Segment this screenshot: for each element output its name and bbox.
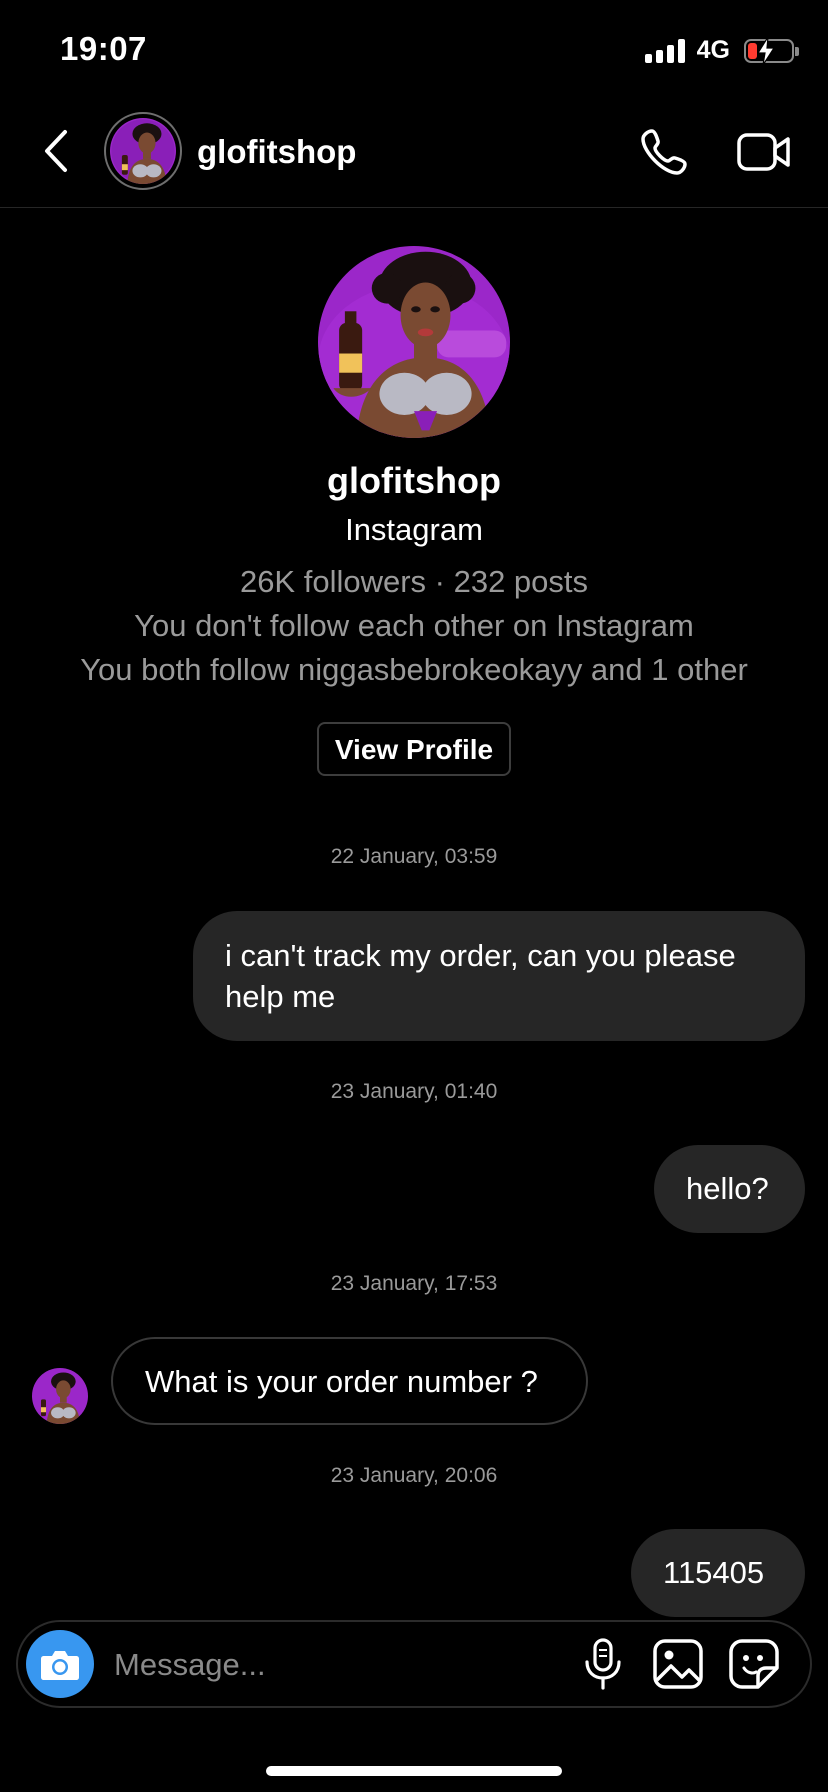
- sender-avatar[interactable]: [32, 1368, 88, 1424]
- avatar-illustration: [110, 118, 176, 184]
- gallery-button[interactable]: [652, 1638, 704, 1690]
- profile-avatar[interactable]: [318, 246, 510, 438]
- network-type: 4G: [696, 36, 730, 64]
- cellular-signal-icon: [644, 38, 685, 63]
- camera-button[interactable]: [26, 1630, 94, 1698]
- view-profile-button[interactable]: View Profile: [316, 722, 512, 776]
- message-timestamp: 23 January, 20:06: [330, 1464, 498, 1487]
- video-call-button[interactable]: [736, 128, 792, 176]
- status-time: 19:07: [60, 30, 147, 67]
- outgoing-message[interactable]: i can't track my order, can you please h…: [193, 911, 805, 1041]
- image-icon: [653, 1639, 703, 1689]
- message-timestamp: 23 January, 17:53: [330, 1272, 498, 1295]
- incoming-message[interactable]: What is your order number ?: [111, 1337, 588, 1425]
- profile-summary: glofitshop Instagram 26K followers · 232…: [0, 246, 828, 776]
- status-bar: 19:07 4G: [0, 0, 828, 100]
- header-avatar[interactable]: [104, 112, 182, 190]
- sticker-button[interactable]: [728, 1638, 780, 1690]
- voice-message-button[interactable]: [578, 1638, 628, 1690]
- microphone-icon: [585, 1638, 621, 1690]
- charging-bolt-icon: [756, 36, 776, 65]
- phone-icon: [641, 129, 687, 175]
- camera-icon: [41, 1651, 79, 1680]
- header-username[interactable]: glofitshop: [197, 133, 356, 171]
- message-timestamp: 22 January, 03:59: [330, 845, 498, 868]
- message-composer: [16, 1620, 812, 1708]
- avatar-illustration: [32, 1368, 88, 1424]
- follow-status: You don't follow each other on Instagram: [134, 608, 694, 643]
- avatar-illustration: [318, 246, 510, 438]
- profile-username: glofitshop: [327, 460, 501, 501]
- status-indicators: 4G: [644, 36, 799, 65]
- outgoing-message[interactable]: 115405: [631, 1529, 805, 1617]
- sticker-icon: [729, 1639, 779, 1689]
- video-camera-icon: [737, 133, 790, 171]
- back-button[interactable]: [36, 126, 76, 176]
- message-input[interactable]: [112, 1636, 576, 1694]
- battery-icon: [744, 36, 799, 65]
- chat-header: glofitshop: [0, 100, 828, 208]
- message-timestamp: 23 January, 01:40: [330, 1080, 498, 1103]
- profile-platform: Instagram: [345, 512, 483, 547]
- profile-meta: 26K followers · 232 posts You don't foll…: [0, 560, 828, 692]
- profile-stats: 26K followers · 232 posts: [239, 564, 589, 599]
- audio-call-button[interactable]: [638, 126, 690, 178]
- outgoing-message[interactable]: hello?: [654, 1145, 805, 1233]
- mutual-followers: You both follow niggasbebrokeokayy and 1…: [80, 652, 748, 687]
- home-indicator[interactable]: [266, 1766, 562, 1776]
- chevron-left-icon: [45, 130, 67, 172]
